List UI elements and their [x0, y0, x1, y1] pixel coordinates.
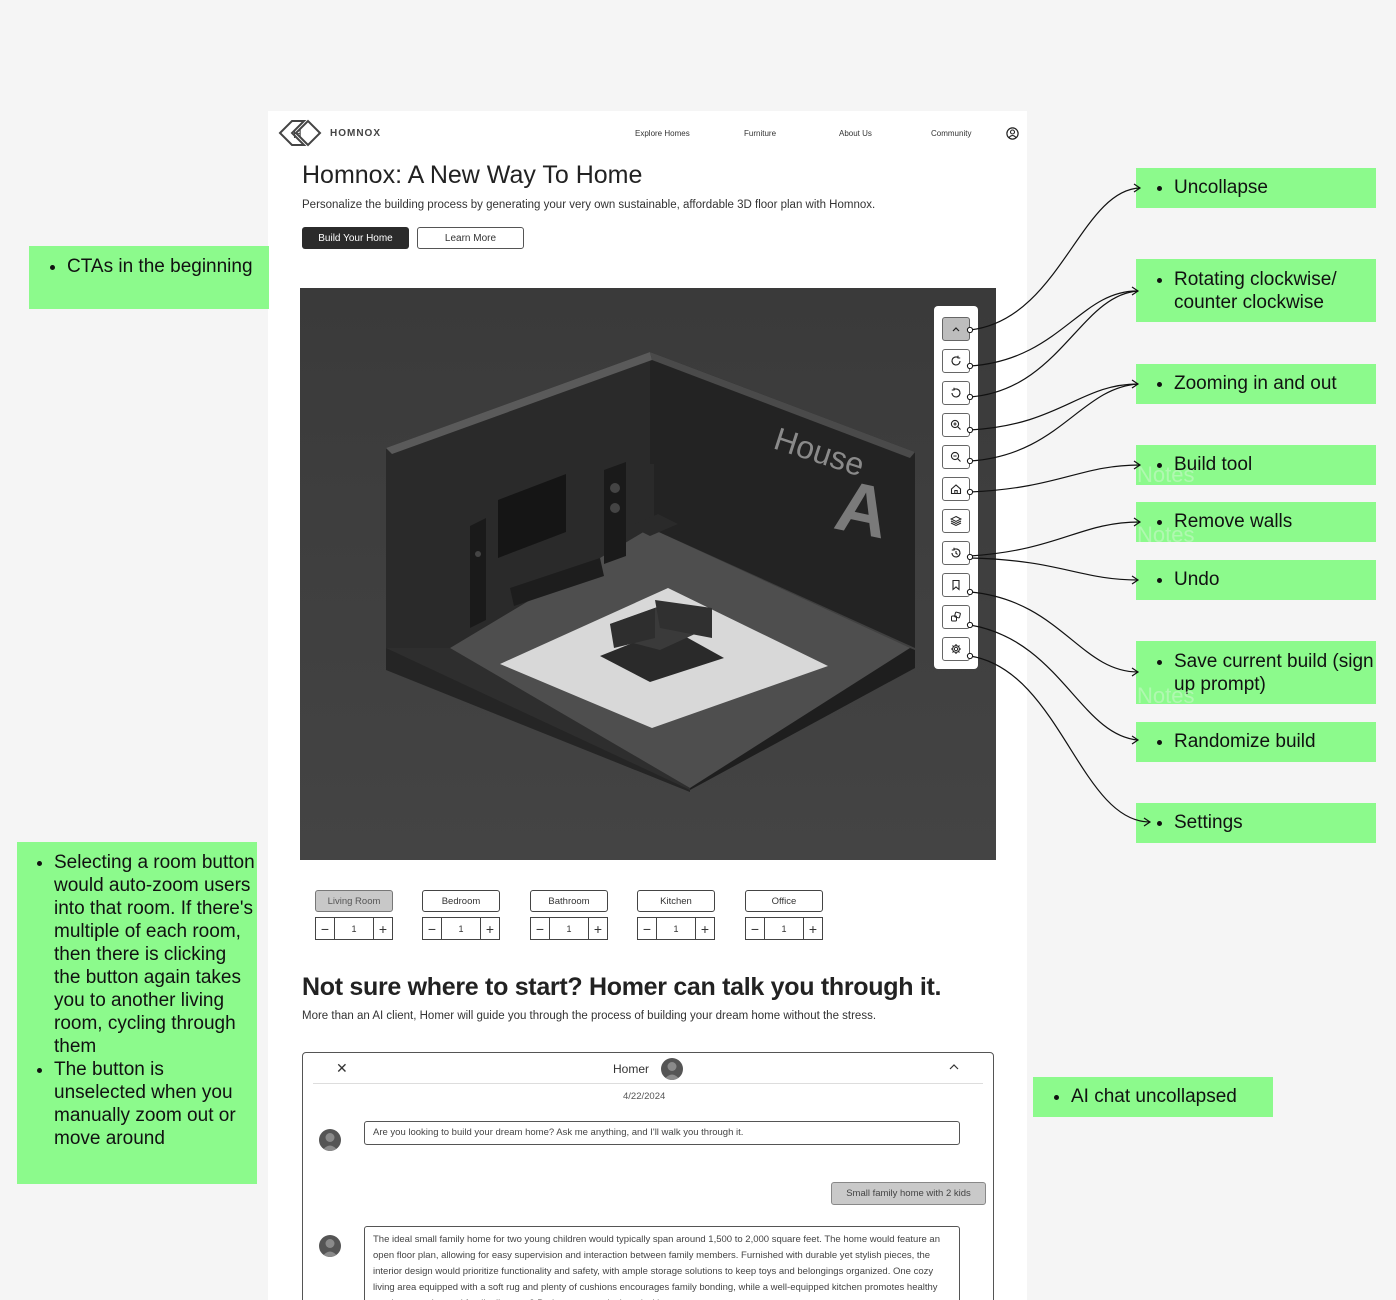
- annotation-connectors: [966, 183, 1152, 827]
